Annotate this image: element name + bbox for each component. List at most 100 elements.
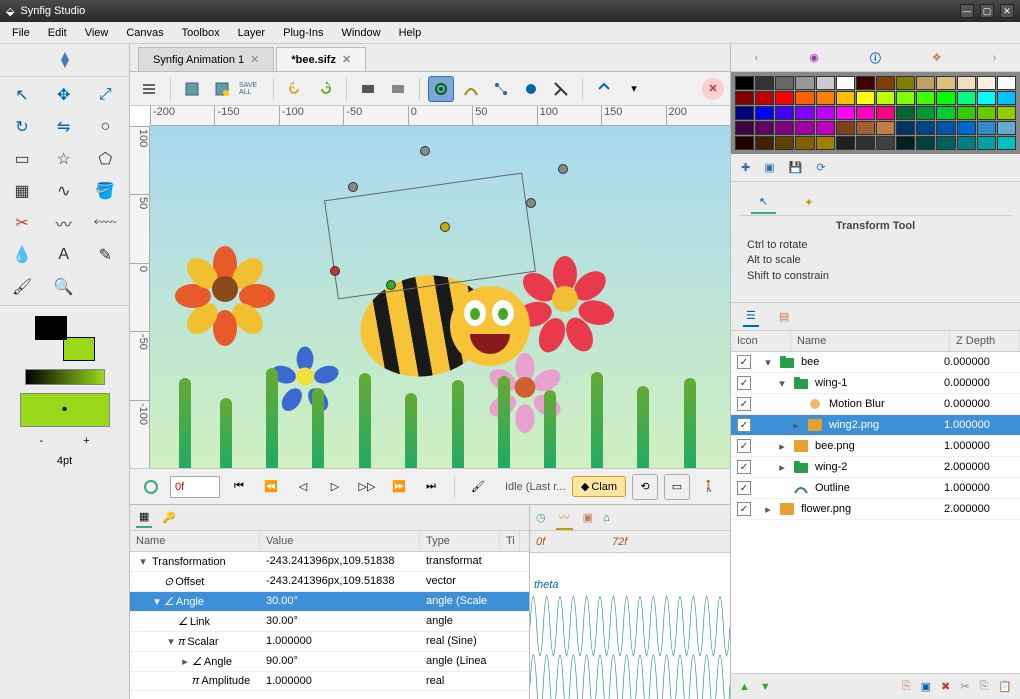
save-icon[interactable] bbox=[179, 76, 205, 102]
palette-cell[interactable] bbox=[775, 76, 794, 90]
layer-row[interactable]: ✓▾wing-10.000000 bbox=[731, 373, 1020, 394]
handle-scale[interactable] bbox=[440, 222, 450, 232]
palette-cell[interactable] bbox=[977, 136, 996, 150]
layer-group-icon[interactable]: ▣ bbox=[921, 680, 931, 693]
layer-visible-checkbox[interactable]: ✓ bbox=[737, 376, 751, 390]
palette-cell[interactable] bbox=[936, 121, 955, 135]
text-tool[interactable]: A bbox=[46, 241, 82, 269]
menu-layer[interactable]: Layer bbox=[230, 24, 274, 42]
layer-duplicate-icon[interactable]: ⎘ bbox=[902, 680, 911, 693]
palette-cell[interactable] bbox=[816, 91, 835, 105]
render-icon[interactable] bbox=[355, 76, 381, 102]
layer-visible-checkbox[interactable]: ✓ bbox=[737, 439, 751, 453]
palette-cell[interactable] bbox=[816, 106, 835, 120]
param-row[interactable]: ▸∠ Angle90.00°angle (Linea bbox=[130, 652, 529, 672]
history-tab-icon[interactable]: ▣ bbox=[583, 511, 593, 524]
keyframe-lock-icon[interactable] bbox=[138, 474, 164, 500]
palette-save-icon[interactable]: 💾 bbox=[789, 161, 803, 174]
doc-tab[interactable]: *bee.sifz✕ bbox=[276, 47, 366, 71]
minimize-button[interactable]: — bbox=[960, 4, 974, 18]
brush-mode-icon[interactable]: 🖌 bbox=[465, 474, 491, 500]
palette-cell[interactable] bbox=[856, 91, 875, 105]
palette-cell[interactable] bbox=[755, 91, 774, 105]
handle-rotate[interactable] bbox=[330, 266, 340, 276]
palette-cell[interactable] bbox=[997, 91, 1016, 105]
palette-cell[interactable] bbox=[977, 76, 996, 90]
palette-cell[interactable] bbox=[957, 106, 976, 120]
nav-next-icon[interactable]: › bbox=[993, 52, 997, 64]
palette-tab-icon[interactable]: ◉ bbox=[809, 51, 819, 64]
layer-visible-checkbox[interactable]: ✓ bbox=[737, 397, 751, 411]
palette-cell[interactable] bbox=[977, 91, 996, 105]
toolbar-menu-icon[interactable] bbox=[136, 76, 162, 102]
bg-color-swatch[interactable] bbox=[63, 337, 95, 361]
layer-row[interactable]: ✓▸flower.png2.000000 bbox=[731, 499, 1020, 520]
menu-plug-ins[interactable]: Plug-Ins bbox=[275, 24, 331, 42]
brush-plus[interactable]: + bbox=[83, 435, 89, 447]
snap-grid-icon[interactable] bbox=[518, 76, 544, 102]
keyframes-tab-icon[interactable]: 🔑 bbox=[162, 511, 176, 524]
palette-cell[interactable] bbox=[957, 91, 976, 105]
save-all-icon[interactable]: SAVE ALL bbox=[239, 76, 265, 102]
tool-options-tab-icon[interactable]: ↖ bbox=[751, 191, 776, 214]
palette-cell[interactable] bbox=[795, 76, 814, 90]
library-tab-icon[interactable]: ▤ bbox=[779, 310, 789, 323]
palette-cell[interactable] bbox=[856, 76, 875, 90]
palette-cell[interactable] bbox=[755, 121, 774, 135]
layer-expander[interactable]: ▾ bbox=[763, 356, 773, 369]
param-row[interactable]: ▾ Transformation-243.241396px,109.51838t… bbox=[130, 552, 529, 572]
timeline-ruler[interactable]: 0f 72f bbox=[530, 531, 730, 553]
play-icon[interactable]: ▷ bbox=[322, 474, 348, 500]
close-button[interactable]: ✕ bbox=[1000, 4, 1014, 18]
palette-cell[interactable] bbox=[997, 121, 1016, 135]
palette-cell[interactable] bbox=[755, 76, 774, 90]
layer-expander[interactable]: ▸ bbox=[777, 461, 787, 474]
param-row[interactable]: π Amplitude1.000000real bbox=[130, 672, 529, 691]
sketch-tool[interactable]: ✎ bbox=[87, 241, 123, 269]
timetrack-tab-icon[interactable]: ◷ bbox=[536, 511, 546, 524]
cancel-render-icon[interactable]: ✕ bbox=[702, 78, 724, 100]
layer-row[interactable]: ✓▸bee.png1.000000 bbox=[731, 436, 1020, 457]
layer-delete-icon[interactable]: ✖ bbox=[941, 680, 950, 693]
palette-cell[interactable] bbox=[957, 136, 976, 150]
save-as-icon[interactable] bbox=[209, 76, 235, 102]
layer-raise-icon[interactable]: ▲ bbox=[739, 681, 750, 693]
palette-cell[interactable] bbox=[775, 121, 794, 135]
palette-cell[interactable] bbox=[896, 91, 915, 105]
brush-minus[interactable]: - bbox=[39, 435, 43, 447]
layer-row[interactable]: ✓▾bee0.000000 bbox=[731, 352, 1020, 373]
palette-cell[interactable] bbox=[936, 91, 955, 105]
palette-cell[interactable] bbox=[896, 76, 915, 90]
menu-window[interactable]: Window bbox=[333, 24, 388, 42]
palette-cell[interactable] bbox=[735, 121, 754, 135]
redo-icon[interactable] bbox=[312, 76, 338, 102]
mirror-tool[interactable]: ⇋ bbox=[46, 113, 82, 141]
palette-cell[interactable] bbox=[755, 106, 774, 120]
clip-button[interactable]: ◆ Clam bbox=[572, 476, 626, 497]
palette-cell[interactable] bbox=[936, 76, 955, 90]
brush-tool[interactable]: 🖌 bbox=[4, 273, 40, 301]
maximize-button[interactable]: ▢ bbox=[980, 4, 994, 18]
dropdown-icon[interactable]: ▾ bbox=[621, 76, 647, 102]
info-tab-icon[interactable]: ⓘ bbox=[870, 50, 881, 66]
preview-icon[interactable] bbox=[385, 76, 411, 102]
palette-cell[interactable] bbox=[997, 106, 1016, 120]
layer-expander[interactable]: ▸ bbox=[791, 419, 801, 432]
palette-cell[interactable] bbox=[775, 91, 794, 105]
rotate-tool[interactable]: ↻ bbox=[4, 113, 40, 141]
scale-tool[interactable]: ⤢ bbox=[87, 81, 123, 109]
layer-lower-icon[interactable]: ▼ bbox=[760, 681, 771, 693]
cut-tool[interactable]: ✂ bbox=[4, 209, 40, 237]
menu-canvas[interactable]: Canvas bbox=[118, 24, 171, 42]
seek-end-icon[interactable]: ⏭ bbox=[418, 474, 444, 500]
palette-open-icon[interactable]: ▣ bbox=[764, 161, 774, 174]
bounds-toggle-icon[interactable]: ▭ bbox=[664, 474, 690, 500]
palette-cell[interactable] bbox=[896, 121, 915, 135]
layer-row[interactable]: ✓▸wing-22.000000 bbox=[731, 457, 1020, 478]
tab-close-icon[interactable]: ✕ bbox=[342, 53, 351, 66]
palette-cell[interactable] bbox=[896, 106, 915, 120]
layer-row[interactable]: ✓Motion Blur0.000000 bbox=[731, 394, 1020, 415]
zoom-tool[interactable]: 🔍 bbox=[46, 273, 82, 301]
palette-cell[interactable] bbox=[836, 136, 855, 150]
canvas-area[interactable]: -200-150-100-50050100150200 100500-50-10… bbox=[130, 106, 730, 468]
